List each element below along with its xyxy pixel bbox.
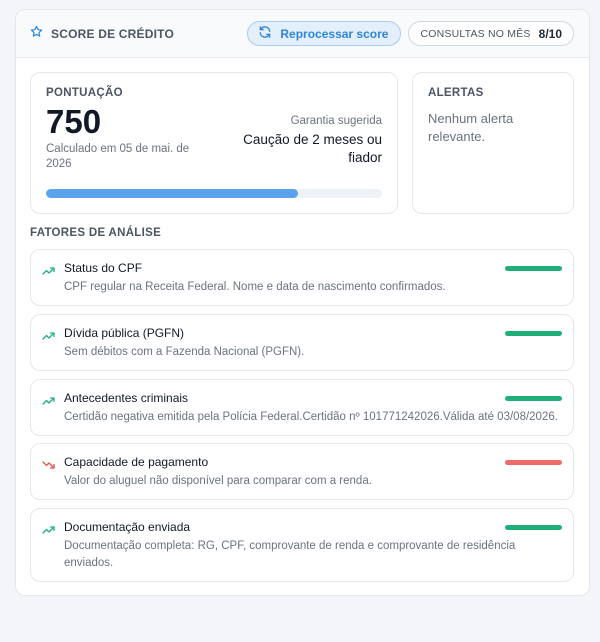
factor-name: Dívida pública (PGFN): [64, 326, 185, 340]
refresh-icon: [258, 25, 272, 42]
factor-description: Documentação completa: RG, CPF, comprova…: [64, 540, 516, 569]
factor-item: Status do CPF CPF regular na Receita Fed…: [30, 249, 574, 306]
factor-name: Documentação enviada: [64, 520, 191, 534]
guarantee-label: Garantia sugerida: [290, 115, 382, 127]
suggested-guarantee: Garantia sugerida Caução de 2 meses ou f…: [242, 115, 382, 172]
score-value: 750: [46, 103, 102, 140]
factors-section-title: FATORES DE ANÁLISE: [30, 227, 162, 239]
alerts-label: ALERTAS: [428, 87, 484, 99]
factor-name: Status do CPF: [64, 261, 143, 275]
guarantee-value: Caução de 2 meses ou fiador: [243, 132, 382, 165]
score-date: Calculado em 05 de mai. de 2026: [46, 143, 190, 170]
factor-item: Documentação enviada Documentação comple…: [30, 508, 574, 582]
consultations-value: 8/10: [538, 26, 562, 41]
factor-name: Antecedentes criminais: [64, 391, 189, 405]
score-label: PONTUAÇÃO: [46, 87, 123, 99]
card-header: SCORE DE CRÉDITO Reprocessar score CONSU…: [16, 10, 589, 58]
factor-item: Capacidade de pagamento Valor do aluguel…: [30, 443, 574, 500]
factor-description: CPF regular na Receita Federal. Nome e d…: [64, 281, 446, 293]
credit-score-card: SCORE DE CRÉDITO Reprocessar score CONSU…: [15, 9, 590, 596]
factor-status-bar: [505, 331, 562, 336]
factor-item: Dívida pública (PGFN) Sem débitos com a …: [30, 314, 574, 371]
reprocess-score-button[interactable]: Reprocessar score: [247, 21, 402, 46]
score-progress-fill: [46, 189, 298, 198]
factor-status-bar: [505, 460, 562, 465]
consultations-counter: CONSULTAS NO MÊS 8/10: [408, 21, 574, 46]
page-title: SCORE DE CRÉDITO: [51, 26, 174, 41]
factor-status-bar: [505, 266, 562, 271]
consultations-label: CONSULTAS NO MÊS: [420, 27, 531, 40]
trending-up-icon: [42, 522, 55, 540]
reprocess-score-label: Reprocessar score: [280, 26, 389, 41]
factor-description: Certidão negativa emitida pela Polícia F…: [64, 411, 558, 423]
factor-name: Capacidade de pagamento: [64, 455, 209, 469]
score-panel: PONTUAÇÃO 750 Calculado em 05 de mai. de…: [30, 72, 398, 214]
trending-down-icon: [42, 457, 55, 475]
trending-up-icon: [42, 393, 55, 411]
factor-status-bar: [505, 396, 562, 401]
header-title: SCORE DE CRÉDITO: [30, 25, 247, 43]
trending-up-icon: [42, 263, 55, 281]
factor-description: Valor do aluguel não disponível para com…: [64, 475, 372, 487]
score-progress-bar: [46, 189, 382, 198]
trending-up-icon: [42, 328, 55, 346]
factor-status-bar: [505, 525, 562, 530]
factor-item: Antecedentes criminais Certidão negativa…: [30, 379, 574, 436]
alerts-text: Nenhum alerta relevante.: [428, 111, 514, 144]
star-icon: [30, 25, 43, 43]
factor-description: Sem débitos com a Fazenda Nacional (PGFN…: [64, 346, 305, 358]
alerts-panel: ALERTAS Nenhum alerta relevante.: [412, 72, 574, 214]
